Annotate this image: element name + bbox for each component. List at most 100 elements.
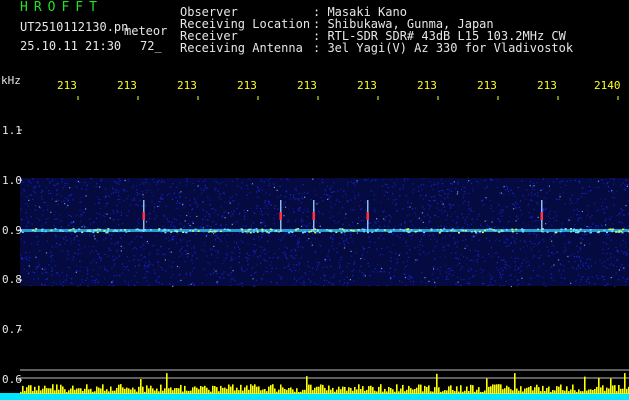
- noise-speck: [570, 219, 572, 221]
- noise-speck: [539, 241, 541, 243]
- noise-speck: [575, 280, 577, 282]
- noise-speck: [277, 196, 279, 198]
- noise-speck: [231, 223, 233, 226]
- noise-speck: [537, 216, 539, 218]
- noise-speck: [380, 234, 382, 236]
- noise-speck: [265, 266, 267, 268]
- noise-speck: [277, 208, 279, 210]
- noise-speck: [240, 266, 242, 268]
- noise-speck: [140, 236, 142, 238]
- noise-speck: [266, 179, 268, 181]
- noise-speck: [405, 242, 407, 244]
- noise-speck: [503, 186, 505, 188]
- noise-speck: [192, 221, 194, 223]
- noise-speck: [142, 243, 144, 245]
- noise-speck: [549, 276, 551, 279]
- noise-speck: [143, 268, 145, 270]
- noise-speck: [214, 239, 216, 241]
- noise-speck: [548, 221, 550, 223]
- noise-speck: [275, 267, 278, 270]
- noise-speck: [270, 271, 272, 273]
- noise-speck: [599, 259, 601, 261]
- noise-speck: [24, 252, 27, 254]
- noise-speck: [191, 255, 193, 257]
- noise-speck: [539, 276, 542, 278]
- noise-speck: [111, 193, 113, 195]
- noise-speck: [419, 253, 421, 255]
- noise-speck: [440, 200, 442, 202]
- noise-speck: [497, 179, 499, 182]
- activity-bar: [498, 384, 500, 394]
- noise-speck: [134, 227, 136, 229]
- activity-bar: [94, 391, 96, 394]
- noise-speck: [519, 200, 522, 202]
- noise-speck: [109, 217, 111, 219]
- noise-speck: [91, 275, 93, 277]
- noise-speck: [410, 238, 412, 240]
- noise-speck: [574, 224, 576, 226]
- noise-speck: [309, 271, 311, 273]
- noise-speck: [606, 183, 608, 185]
- noise-speck: [332, 215, 334, 217]
- noise-speck: [191, 208, 193, 211]
- noise-speck: [607, 186, 610, 188]
- noise-speck: [37, 278, 40, 280]
- noise-speck: [283, 215, 285, 217]
- activity-bar: [196, 387, 198, 394]
- noise-speck: [157, 189, 159, 191]
- activity-bar: [144, 391, 146, 394]
- noise-speck: [383, 218, 385, 220]
- noise-speck: [68, 254, 70, 256]
- noise-speck: [154, 272, 156, 274]
- noise-speck: [120, 237, 122, 239]
- noise-speck: [219, 198, 222, 200]
- noise-speck: [339, 243, 341, 245]
- noise-speck: [303, 280, 305, 282]
- noise-speck: [232, 200, 234, 202]
- noise-speck: [169, 251, 171, 253]
- noise-speck: [242, 225, 245, 227]
- noise-speck: [573, 256, 576, 258]
- noise-speck: [44, 268, 46, 270]
- noise-speck: [207, 261, 209, 264]
- noise-speck: [132, 248, 134, 250]
- noise-speck: [41, 268, 43, 270]
- activity-bar: [340, 389, 342, 394]
- noise-speck: [196, 204, 198, 206]
- noise-speck: [423, 178, 425, 180]
- noise-speck: [501, 211, 503, 213]
- noise-speck: [160, 231, 162, 234]
- noise-speck: [409, 249, 411, 251]
- noise-speck: [79, 216, 81, 218]
- activity-bar: [540, 391, 542, 394]
- noise-speck: [270, 281, 272, 283]
- noise-speck: [543, 277, 545, 279]
- noise-speck: [264, 248, 266, 250]
- activity-bar: [136, 391, 138, 394]
- noise-speck: [295, 250, 297, 252]
- carrier-speck: [261, 231, 264, 233]
- noise-speck: [578, 274, 580, 276]
- noise-speck: [41, 195, 43, 197]
- x-tick: 213: [57, 79, 77, 92]
- noise-speck: [505, 245, 507, 247]
- noise-speck: [497, 269, 499, 271]
- noise-speck: [56, 190, 58, 192]
- activity-bar: [468, 391, 470, 394]
- noise-speck: [264, 202, 266, 204]
- noise-speck: [318, 223, 320, 225]
- noise-speck: [559, 196, 561, 198]
- noise-speck: [153, 203, 155, 205]
- noise-speck: [588, 267, 590, 269]
- noise-speck: [502, 209, 504, 211]
- noise-speck: [255, 279, 257, 281]
- noise-speck: [403, 180, 405, 182]
- noise-speck: [456, 257, 458, 259]
- noise-speck: [613, 256, 615, 258]
- noise-speck: [398, 254, 400, 256]
- noise-speck: [372, 210, 375, 212]
- noise-speck: [402, 261, 404, 263]
- noise-speck: [506, 186, 509, 188]
- noise-speck: [405, 239, 407, 241]
- noise-speck: [575, 202, 577, 204]
